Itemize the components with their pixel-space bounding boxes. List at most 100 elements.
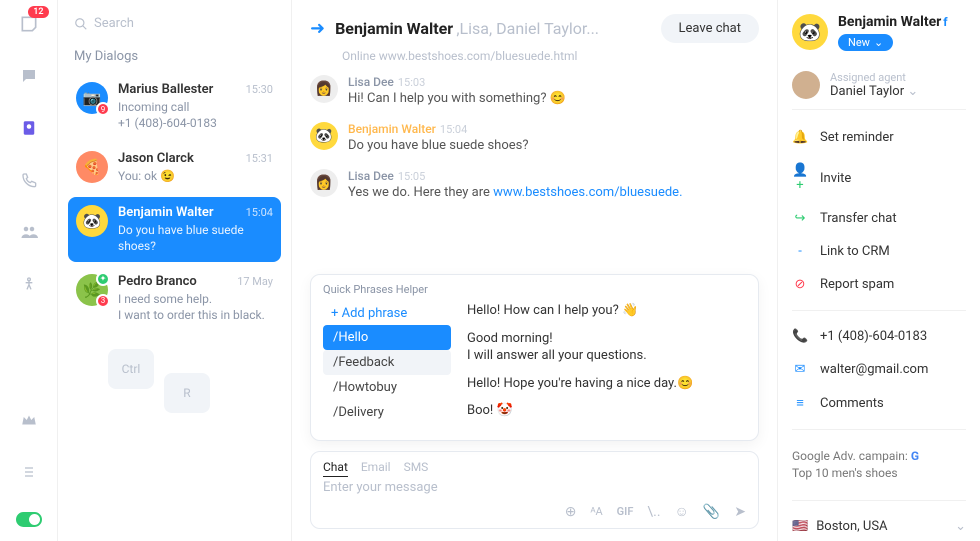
message-avatar: 👩: [310, 75, 338, 103]
message-time: 15:03: [398, 76, 425, 89]
assigned-agent[interactable]: Assigned agent Daniel Taylor ⌄: [792, 61, 966, 110]
add-phrase-button[interactable]: + Add phrase: [323, 302, 451, 325]
transfer-chat-action[interactable]: ↪Transfer chat: [792, 205, 966, 232]
message-text: Yes we do. Here they are www.bestshoes.c…: [348, 185, 683, 200]
nav-rail: 12: [0, 0, 58, 541]
chevron-down-icon: ⌄: [907, 84, 918, 99]
contact-email[interactable]: ✉walter@gmail.com: [792, 356, 966, 383]
campaign-info: Google Adv. campain: GTop 10 men's shoes: [792, 442, 966, 488]
dialog-name: Jason Clarck: [118, 151, 194, 166]
report-spam-action[interactable]: ⊘Report spam: [792, 271, 966, 298]
keyboard-hint: Ctrl R: [68, 335, 281, 413]
invite-action[interactable]: 👤+Invite: [792, 157, 966, 199]
nav-inbox[interactable]: 12: [17, 12, 41, 36]
contact-avatar: 🐼: [792, 14, 828, 50]
nav-team[interactable]: [17, 220, 41, 244]
agent-label: Assigned agent: [830, 71, 918, 84]
chevron-down-icon: ⌄: [874, 36, 883, 49]
dialog-item-selected[interactable]: 🐼 Benjamin Walter15:04 Do you have blue …: [68, 197, 281, 262]
chevron-down-icon: ⌄: [955, 519, 966, 534]
nav-chat[interactable]: [17, 64, 41, 88]
info-panel: 🐼 Benjamin Walterf New ⌄ Assigned agent …: [778, 0, 980, 541]
command-icon[interactable]: \..: [647, 504, 660, 520]
composer-tab-email[interactable]: Email: [361, 460, 391, 474]
dialog-badge-top: ✦: [96, 272, 110, 286]
contact-phone[interactable]: 📞+1 (408)-604-0183: [792, 323, 966, 350]
message-avatar: 👩: [310, 169, 338, 197]
leave-chat-button[interactable]: Leave chat: [661, 14, 760, 43]
spam-icon: ⊘: [792, 277, 808, 292]
avatar: 🍕: [76, 151, 108, 183]
flag-icon: 🇺🇸: [792, 519, 808, 534]
avatar: 🌿✦3: [76, 274, 108, 306]
search-input[interactable]: Search: [68, 14, 281, 45]
message: 👩 Lisa Dee15:03 Hi! Can I help you with …: [310, 75, 759, 106]
avatar: 🐼: [76, 205, 108, 237]
helper-title: Quick Phrases Helper: [323, 283, 746, 296]
new-badge[interactable]: New ⌄: [838, 34, 893, 51]
phrase-suggestion[interactable]: Boo! 🤡: [467, 402, 746, 420]
message-input[interactable]: Enter your message: [323, 480, 746, 495]
message-author: Lisa Dee: [348, 169, 394, 183]
phrase-suggestion[interactable]: Hello! How can I help you? 👋: [467, 302, 746, 320]
phrase-item[interactable]: /Howtobuy: [323, 375, 451, 400]
nav-accessibility[interactable]: [17, 272, 41, 296]
send-button[interactable]: ➤: [734, 504, 746, 520]
chat-header: ➜ Benjamin Walter ,Lisa, Daniel Taylor..…: [292, 0, 777, 49]
composer: Chat Email SMS Enter your message ⊕ ᴬA G…: [310, 451, 759, 529]
nav-contacts[interactable]: [17, 116, 41, 140]
composer-tab-sms[interactable]: SMS: [404, 460, 429, 474]
bell-icon: 🔔: [792, 130, 808, 145]
link-crm-action[interactable]: -Link to CRM: [792, 238, 966, 265]
target-icon[interactable]: ⊕: [565, 504, 577, 520]
dialog-time: 15:04: [246, 206, 273, 219]
attachment-icon[interactable]: 📎: [703, 504, 720, 520]
message: 🐼 Benjamin Walter15:04 Do you have blue …: [310, 122, 759, 153]
agent-name: Daniel Taylor: [830, 84, 904, 99]
avatar: 📷9: [76, 82, 108, 114]
dialog-time: 15:30: [246, 83, 273, 96]
dialog-item[interactable]: 🍕 Jason Clarck15:31 You: ok 😉: [68, 143, 281, 192]
contact-comments[interactable]: ≡Comments: [792, 389, 966, 417]
dialog-item[interactable]: 📷9 Marius Ballester15:30 Incoming call+1…: [68, 74, 281, 139]
phrase-suggestion[interactable]: Hello! Hope you're having a nice day.😊: [467, 375, 746, 393]
message-author: Benjamin Walter: [348, 122, 436, 136]
search-placeholder: Search: [94, 16, 134, 31]
chat-title-rest: ,Lisa, Daniel Taylor...: [456, 19, 599, 38]
emoji-icon[interactable]: ☺: [675, 503, 689, 520]
dialog-snippet: Do you have blue suede shoes?: [118, 222, 273, 254]
forward-icon[interactable]: ➜: [310, 18, 325, 39]
email-icon: ✉: [792, 362, 808, 377]
message-link[interactable]: www.bestshoes.com/bluesuede.: [493, 185, 682, 200]
phrase-item[interactable]: /Feedback: [323, 350, 451, 375]
agent-avatar: [792, 71, 820, 99]
phrase-item-selected[interactable]: /Hello: [323, 325, 451, 350]
chat-status: Online www.bestshoes.com/bluesuede.html: [292, 49, 777, 75]
composer-tabs: Chat Email SMS: [323, 460, 746, 474]
phrase-suggestion[interactable]: Good morning! I will answer all your que…: [467, 330, 746, 365]
transfer-icon: ↪: [792, 211, 808, 226]
nav-crown[interactable]: [17, 408, 41, 432]
facebook-icon[interactable]: f: [943, 15, 947, 29]
dialog-item[interactable]: 🌿✦3 Pedro Branco17 May I need some help.…: [68, 266, 281, 331]
link-icon: -: [792, 244, 808, 259]
translate-icon[interactable]: ᴬA: [591, 505, 603, 518]
nav-settings[interactable]: [17, 460, 41, 484]
message-text: Hi! Can I help you with something? 😊: [348, 91, 566, 106]
gif-button[interactable]: GIF: [617, 505, 634, 518]
nav-calls[interactable]: [17, 168, 41, 192]
quick-phrases-helper: Quick Phrases Helper + Add phrase /Hello…: [310, 274, 759, 441]
message-list: 👩 Lisa Dee 15:03 Hi! Can I help you with …: [292, 75, 777, 274]
invite-icon: 👤+: [792, 163, 808, 193]
phrase-item[interactable]: /Delivery: [323, 400, 451, 425]
dialog-badge: 9: [96, 102, 110, 116]
set-reminder-action[interactable]: 🔔Set reminder: [792, 124, 966, 151]
dialogs-title: My Dialogs: [74, 49, 281, 64]
dialogs-panel: Search My Dialogs 📷9 Marius Ballester15:…: [58, 0, 292, 541]
contact-location[interactable]: 🇺🇸Boston, USA ⌄: [792, 513, 966, 540]
message-text: Do you have blue suede shoes?: [348, 138, 529, 153]
composer-tab-chat[interactable]: Chat: [323, 460, 348, 477]
online-toggle[interactable]: [16, 512, 42, 527]
key-ctrl: Ctrl: [108, 349, 154, 389]
message-time: 15:04: [440, 123, 467, 136]
